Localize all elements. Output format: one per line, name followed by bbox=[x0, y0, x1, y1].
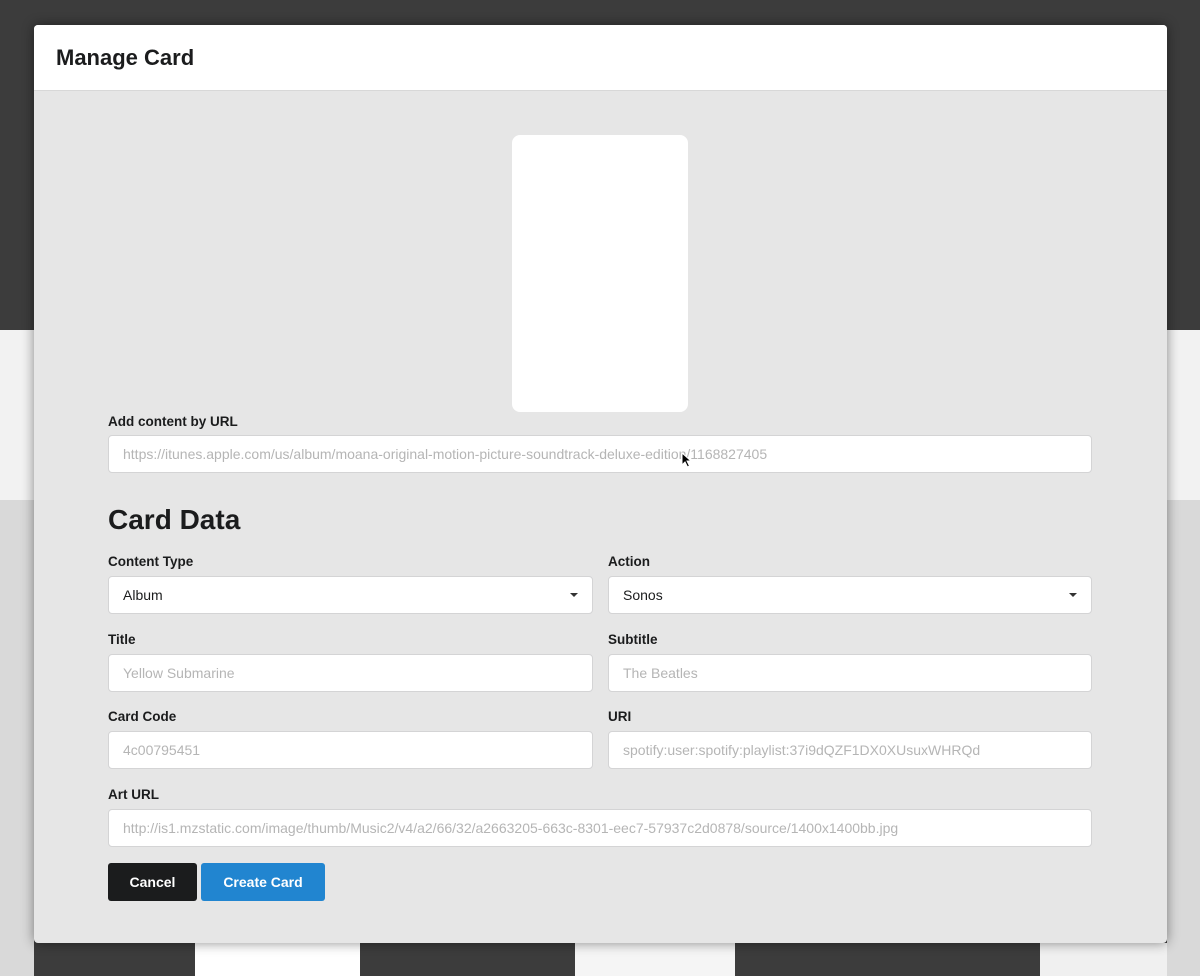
chevron-down-icon bbox=[1069, 593, 1077, 597]
subtitle-label: Subtitle bbox=[608, 632, 658, 647]
action-select[interactable]: Sonos bbox=[608, 576, 1092, 614]
art-url-input[interactable] bbox=[108, 809, 1092, 847]
uri-label: URI bbox=[608, 709, 632, 724]
uri-input[interactable] bbox=[608, 731, 1092, 769]
background-card bbox=[0, 330, 34, 500]
subtitle-input[interactable] bbox=[608, 654, 1092, 692]
art-url-label: Art URL bbox=[108, 787, 159, 802]
modal-title: Manage Card bbox=[56, 45, 195, 70]
card-code-input[interactable] bbox=[108, 731, 593, 769]
content-type-selected: Album bbox=[123, 587, 163, 603]
add-content-by-url-input[interactable] bbox=[108, 435, 1092, 473]
content-type-select[interactable]: Album bbox=[108, 576, 593, 614]
title-label: Title bbox=[108, 632, 136, 647]
card-preview bbox=[512, 135, 688, 412]
card-data-heading: Card Data bbox=[108, 504, 241, 535]
create-card-button[interactable]: Create Card bbox=[201, 863, 325, 901]
background-card bbox=[195, 943, 360, 976]
add-content-by-url-label: Add content by URL bbox=[108, 414, 238, 429]
action-label: Action bbox=[608, 554, 650, 569]
background-card bbox=[575, 943, 735, 976]
background-card bbox=[1040, 943, 1167, 976]
cancel-button[interactable]: Cancel bbox=[108, 863, 197, 901]
action-selected: Sonos bbox=[623, 587, 663, 603]
background-card bbox=[1167, 330, 1200, 500]
background-card bbox=[0, 500, 34, 976]
manage-card-modal: Manage Card Add content by URL Card Data… bbox=[34, 25, 1167, 943]
mouse-pointer-icon bbox=[681, 452, 693, 468]
chevron-down-icon bbox=[570, 593, 578, 597]
modal-header: Manage Card bbox=[34, 25, 1167, 91]
content-type-label: Content Type bbox=[108, 554, 194, 569]
title-input[interactable] bbox=[108, 654, 593, 692]
card-code-label: Card Code bbox=[108, 709, 177, 724]
background-card bbox=[1167, 500, 1200, 976]
